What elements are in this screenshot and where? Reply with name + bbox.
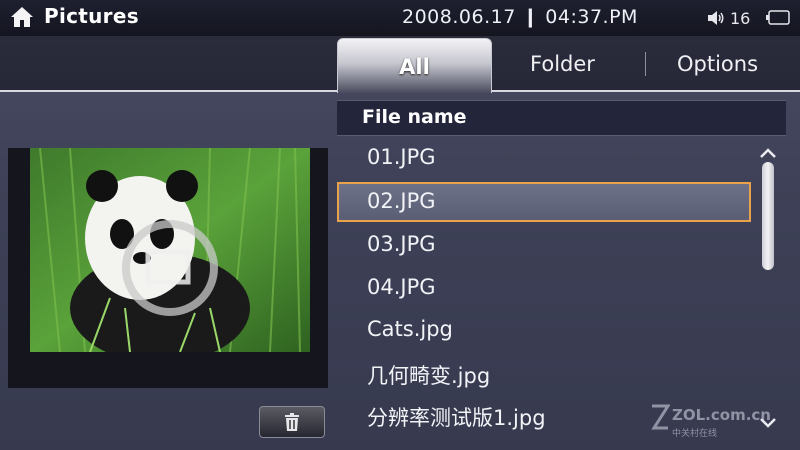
list-header[interactable]: File name [337,100,786,136]
tab-divider [645,52,646,76]
status-bar: Pictures 2008.06.17 ❙ 04:37.PM 16 [0,0,800,36]
list-item[interactable]: 几何畸变.jpg [337,353,751,393]
watermark-logo-icon [651,404,670,430]
file-name: Cats.jpg [367,317,453,341]
volume-level: 16 [730,9,751,28]
file-name: 分辨率测试版1.jpg [367,406,546,430]
list-item[interactable]: 04.JPG [337,268,751,308]
scroll-up-icon[interactable] [758,146,778,160]
list-header-label: File name [362,106,467,128]
watermark-subtext: 中关村在线 [672,429,718,439]
file-name: 02.JPG [367,189,436,213]
speaker-icon [708,11,724,25]
tab-all[interactable]: All [337,38,492,93]
list-item[interactable]: Cats.jpg [337,310,751,350]
app-title: Pictures [44,4,139,28]
file-name: 04.JPG [367,275,436,299]
tab-options[interactable]: Options [650,36,785,90]
delete-button[interactable] [259,406,325,438]
scrollbar-thumb[interactable] [762,162,774,270]
list-item[interactable]: 03.JPG [337,225,751,265]
watermark: ZOL.com.cn 中关村在线 [650,396,800,446]
preview-frame [8,148,328,388]
screen: Pictures 2008.06.17 ❙ 04:37.PM 16 All Fo… [0,0,800,450]
home-icon[interactable] [10,6,34,28]
watermark-text: ZOL.com.cn [672,406,771,424]
file-list: 01.JPG 02.JPG 03.JPG 04.JPG Cats.jpg 几何畸… [337,138,757,438]
battery-icon [766,10,790,25]
tab-strip: All Folder Options [0,36,800,93]
datetime: 2008.06.17 ❙ 04:37.PM [402,6,638,28]
list-item-selected[interactable]: 02.JPG [337,182,751,222]
tab-folder[interactable]: Folder [495,36,630,90]
preview-image [30,148,310,352]
list-item[interactable]: 01.JPG [337,138,751,178]
file-name: 03.JPG [367,232,436,256]
file-name: 01.JPG [367,145,436,169]
trash-icon [285,413,299,431]
file-name: 几何畸变.jpg [367,364,491,388]
